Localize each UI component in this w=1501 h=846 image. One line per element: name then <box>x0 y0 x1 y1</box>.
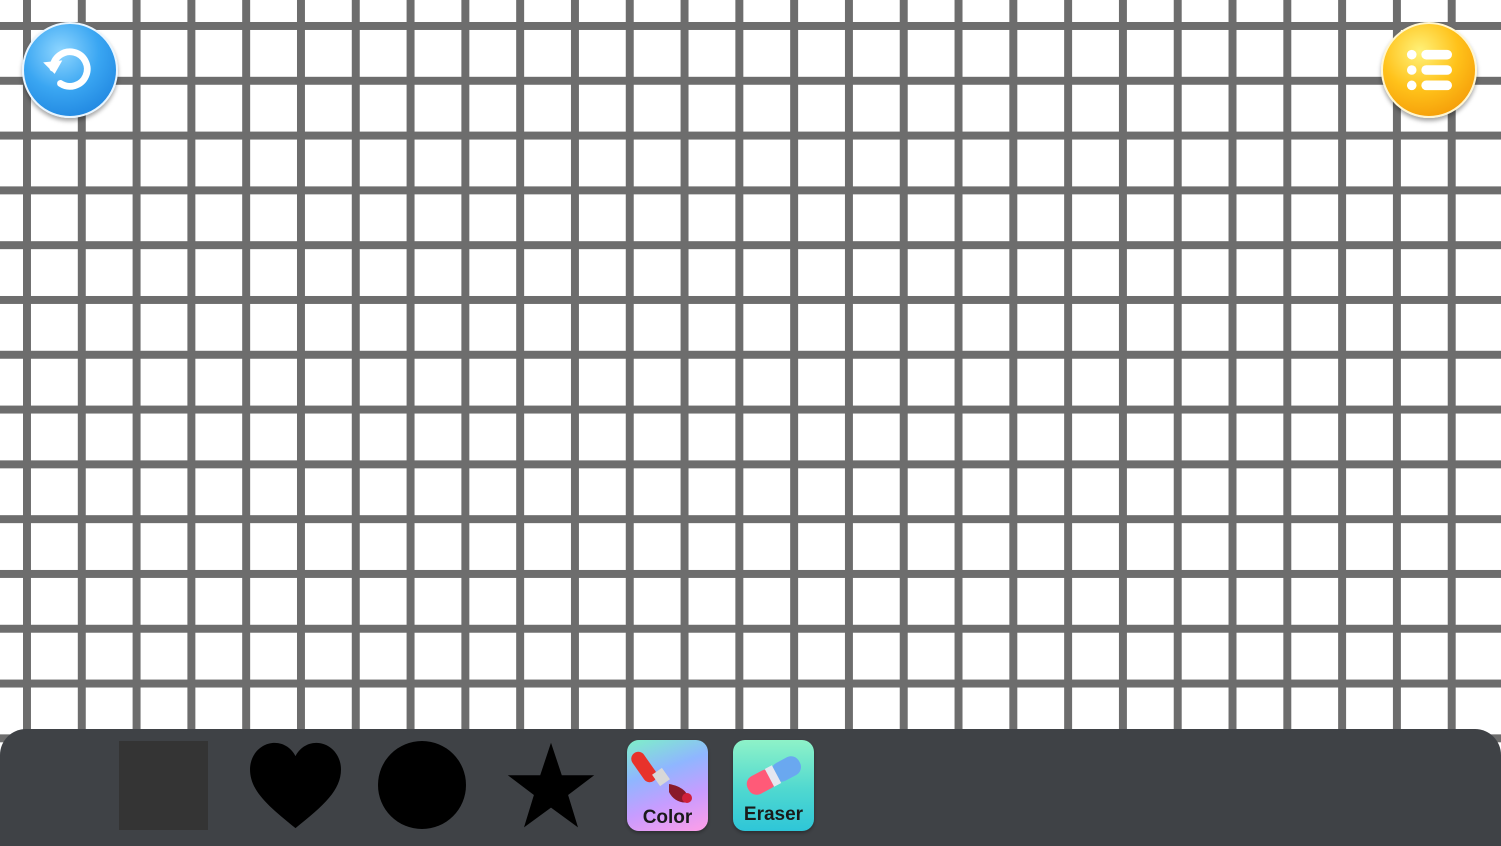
drawing-game-screen: Color Eraser <box>0 0 1501 846</box>
color-tool-label: Color <box>642 807 693 828</box>
restart-button[interactable] <box>22 22 118 118</box>
circle-shape-icon[interactable] <box>378 741 466 829</box>
drawing-grid-canvas[interactable] <box>0 0 1501 846</box>
restart-arrow-icon <box>43 48 91 90</box>
color-tool-button[interactable]: Color <box>627 740 708 831</box>
heart-shape-icon[interactable] <box>248 741 343 831</box>
list-menu-icon <box>1406 49 1452 91</box>
menu-button[interactable] <box>1381 22 1477 118</box>
square-shape-icon[interactable] <box>119 741 208 830</box>
bottom-toolbar: Color Eraser <box>0 729 1501 846</box>
eraser-tool-label: Eraser <box>743 804 804 825</box>
paint-brush-icon <box>631 751 692 803</box>
star-shape-icon[interactable] <box>506 741 596 831</box>
eraser-tool-button[interactable]: Eraser <box>733 740 814 831</box>
eraser-icon <box>746 756 802 795</box>
